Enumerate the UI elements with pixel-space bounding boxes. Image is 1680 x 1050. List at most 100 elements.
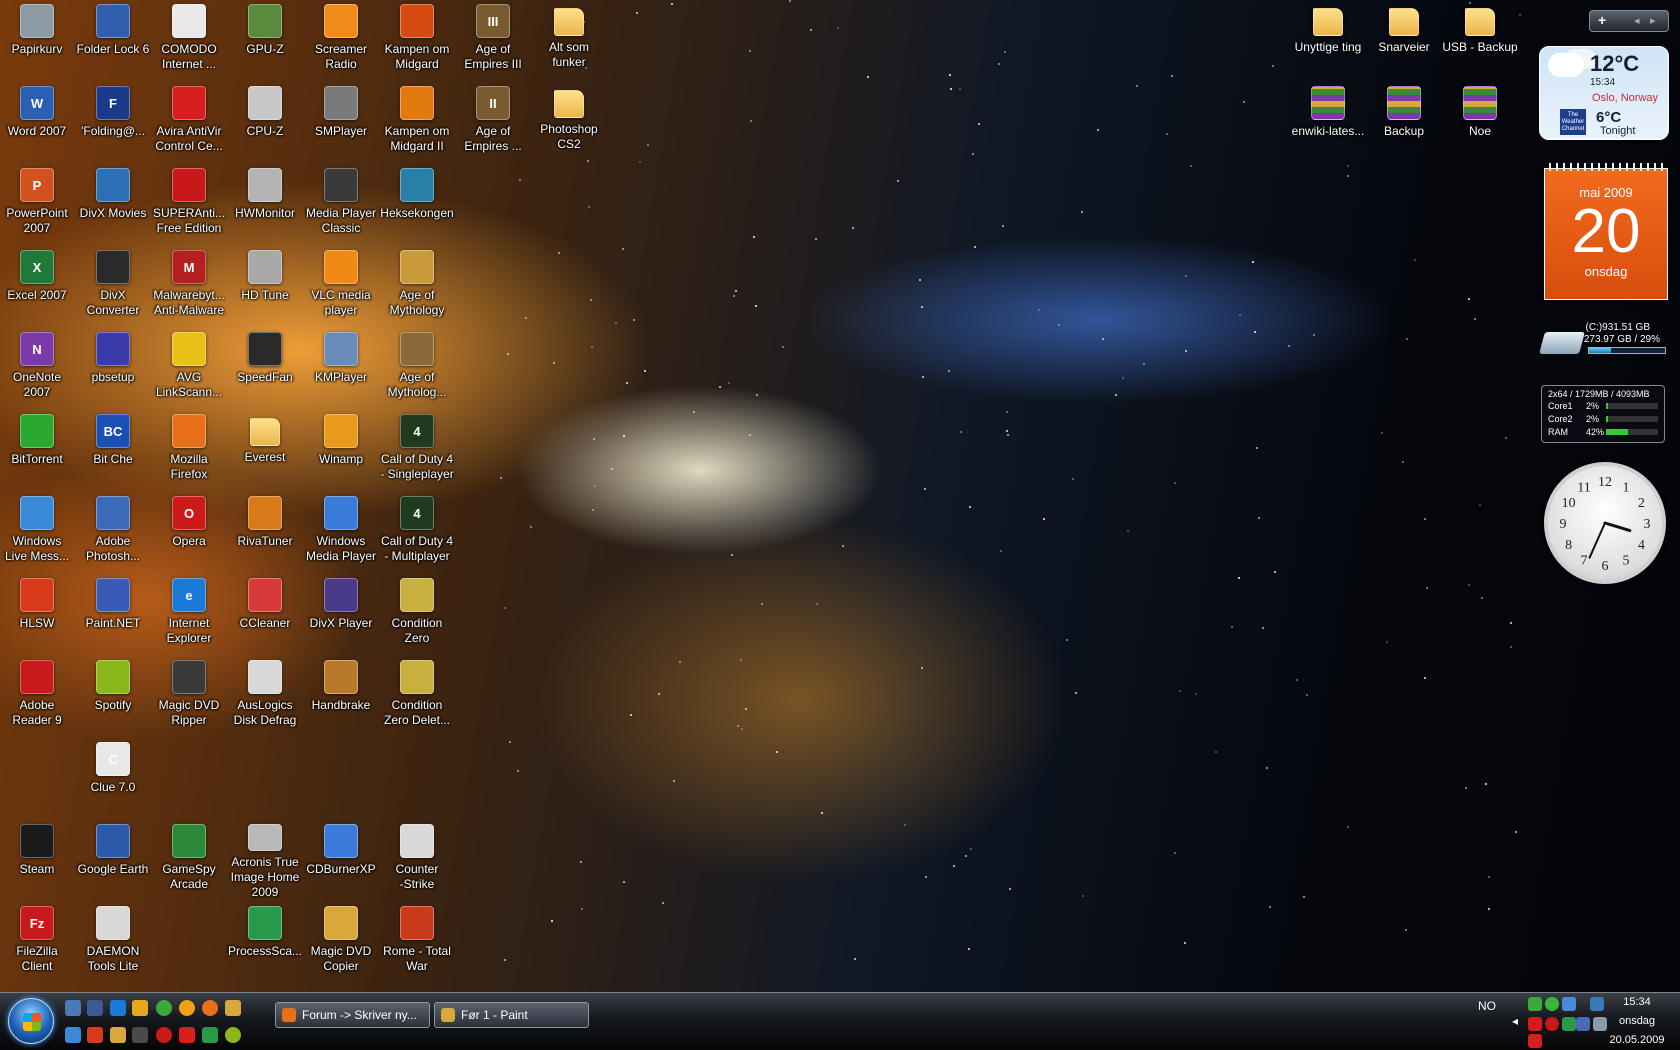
- system-clock[interactable]: 15:34 onsdag 20.05.2009: [1602, 993, 1672, 1050]
- desktop-icon[interactable]: Magic DVD Ripper: [151, 658, 227, 736]
- desktop-icon[interactable]: W Word 2007: [0, 84, 75, 162]
- desktop-icon[interactable]: Acronis True Image Home 2009: [227, 822, 303, 900]
- desktop-icon[interactable]: Mozilla Firefox: [151, 412, 227, 490]
- show-hidden-icons-button[interactable]: ◂: [1512, 1014, 1518, 1028]
- desktop-icon[interactable]: M Malwarebyt... Anti-Malware: [151, 248, 227, 326]
- desktop-icon[interactable]: Papirkurv: [0, 2, 75, 80]
- avira-icon[interactable]: [179, 1027, 195, 1043]
- desktop-icon[interactable]: VLC media player: [303, 248, 379, 326]
- desktop-icon[interactable]: 4 Call of Duty 4 - Singleplayer: [379, 412, 455, 490]
- desktop-icon[interactable]: Google Earth: [75, 822, 151, 900]
- processscan-icon[interactable]: [202, 1027, 218, 1043]
- desktop-icon[interactable]: Windows Media Player: [303, 494, 379, 572]
- desktop-icon[interactable]: RivaTuner: [227, 494, 303, 572]
- desktop-icon[interactable]: DivX Player: [303, 576, 379, 654]
- desktop-icon[interactable]: Screamer Radio: [303, 2, 379, 80]
- calendar-gadget[interactable]: mai 2009 20 onsdag: [1544, 163, 1668, 300]
- desktop-icon[interactable]: Alt som funker: [531, 2, 607, 80]
- desktop-icon[interactable]: HWMonitor: [227, 166, 303, 244]
- users-tray-icon[interactable]: [1562, 997, 1576, 1011]
- desktop-icon[interactable]: ProcessSca...: [227, 904, 303, 982]
- desktop-icon[interactable]: COMODO Internet ...: [151, 2, 227, 80]
- desktop-icon[interactable]: Media Player Classic: [303, 166, 379, 244]
- desktop-icon[interactable]: Age of Mythology: [379, 248, 455, 326]
- desktop-icon[interactable]: III Age of Empires III: [455, 2, 531, 80]
- sidebar-add-button[interactable]: +: [1598, 12, 1606, 28]
- desktop-icon[interactable]: Steam: [0, 822, 75, 900]
- desktop-icon[interactable]: AusLogics Disk Defrag: [227, 658, 303, 736]
- desktop-icon[interactable]: Windows Live Mess...: [0, 494, 75, 572]
- desktop-icon[interactable]: 4 Call of Duty 4 - Multiplayer: [379, 494, 455, 572]
- switch-windows-icon[interactable]: [87, 1000, 103, 1016]
- desktop-icon[interactable]: Everest: [227, 412, 303, 490]
- desktop-icon[interactable]: SpeedFan: [227, 330, 303, 408]
- firefox-icon[interactable]: [202, 1000, 218, 1016]
- language-indicator[interactable]: NO: [1478, 999, 1496, 1013]
- desktop-icon[interactable]: HLSW: [0, 576, 75, 654]
- network-status-tray-icon[interactable]: [1576, 1017, 1590, 1031]
- taskbar-button-paint[interactable]: Før 1 - Paint: [434, 1002, 589, 1028]
- desktop-icon[interactable]: Rome - Total War: [379, 904, 455, 982]
- desktop-icon[interactable]: II Age of Empires ...: [455, 84, 531, 162]
- desktop-icon[interactable]: Backup: [1366, 84, 1442, 162]
- desktop-icon[interactable]: GPU-Z: [227, 2, 303, 80]
- internet-explorer-icon[interactable]: [110, 1000, 126, 1016]
- desktop-icon[interactable]: Handbrake: [303, 658, 379, 736]
- desktop-icon[interactable]: Counter -Strike: [379, 822, 455, 900]
- analog-clock-gadget[interactable]: 1 2 3 4 5 6 7 8 9 10 11 12: [1544, 462, 1666, 584]
- desktop-icon[interactable]: Fz FileZilla Client: [0, 904, 75, 982]
- weather-gadget[interactable]: 12°C 15:34 Oslo, Norway The Weather Chan…: [1539, 46, 1669, 140]
- desktop-icon[interactable]: Magic DVD Copier: [303, 904, 379, 982]
- desktop-icon[interactable]: Spotify: [75, 658, 151, 736]
- desktop-icon[interactable]: P PowerPoint 2007: [0, 166, 75, 244]
- desktop-icon[interactable]: USB - Backup: [1442, 2, 1518, 80]
- desktop-icon[interactable]: Noe: [1442, 84, 1518, 162]
- start-button[interactable]: [8, 998, 54, 1044]
- media-player-icon[interactable]: [132, 1000, 148, 1016]
- desktop-icon[interactable]: O Opera: [151, 494, 227, 572]
- desktop-icon[interactable]: DAEMON Tools Lite: [75, 904, 151, 982]
- desktop-icon[interactable]: CCleaner: [227, 576, 303, 654]
- desktop-icon[interactable]: Winamp: [303, 412, 379, 490]
- desktop-icon[interactable]: DivX Movies: [75, 166, 151, 244]
- desktop-icon[interactable]: SUPERAnti... Free Edition: [151, 166, 227, 244]
- desktop-icon[interactable]: Heksekongen: [379, 166, 455, 244]
- steam-icon[interactable]: [132, 1027, 148, 1043]
- sidebar-next-button[interactable]: ▸: [1650, 14, 1656, 27]
- ati-tray-icon[interactable]: [1528, 1017, 1542, 1031]
- opera-icon[interactable]: [156, 1027, 172, 1043]
- desktop-icon[interactable]: e Internet Explorer: [151, 576, 227, 654]
- ccleaner-tray-icon[interactable]: [1562, 1017, 1576, 1031]
- desktop-icon[interactable]: KMPlayer: [303, 330, 379, 408]
- desktop-icon[interactable]: DivX Converter: [75, 248, 151, 326]
- desktop-icon[interactable]: enwiki-lates...: [1290, 84, 1366, 162]
- desktop-icon[interactable]: SMPlayer: [303, 84, 379, 162]
- network-tray-icon[interactable]: [1528, 997, 1542, 1011]
- desktop-icon[interactable]: Photoshop CS2: [531, 84, 607, 162]
- hlsw-icon[interactable]: [87, 1027, 103, 1043]
- sidebar-prev-button[interactable]: ◂: [1634, 14, 1640, 27]
- network-tool-icon[interactable]: [65, 1027, 81, 1043]
- desktop-icon[interactable]: Condition Zero: [379, 576, 455, 654]
- winamp-icon[interactable]: [225, 1000, 241, 1016]
- desktop-icon[interactable]: Condition Zero Delet...: [379, 658, 455, 736]
- desktop-icon[interactable]: Snarveier: [1366, 2, 1442, 80]
- desktop-icon[interactable]: Avira AntiVir Control Ce...: [151, 84, 227, 162]
- desktop-icon[interactable]: N OneNote 2007: [0, 330, 75, 408]
- desktop-icon[interactable]: AVG LinkScann...: [151, 330, 227, 408]
- taskbar-button-forum[interactable]: Forum -> Skriver ny...: [275, 1002, 430, 1028]
- desktop-icon[interactable]: BC Bit Che: [75, 412, 151, 490]
- avira-tray-icon[interactable]: [1528, 1034, 1542, 1048]
- drive-meter-gadget[interactable]: (C:)931.51 GB 273.97 GB / 29%: [1539, 320, 1668, 360]
- desktop-icon[interactable]: F 'Folding@...: [75, 84, 151, 162]
- desktop-icon[interactable]: Adobe Reader 9: [0, 658, 75, 736]
- orange-app-icon[interactable]: [179, 1000, 195, 1016]
- desktop-icon[interactable]: CPU-Z: [227, 84, 303, 162]
- desktop-icon[interactable]: pbsetup: [75, 330, 151, 408]
- desktop-icon[interactable]: GameSpy Arcade: [151, 822, 227, 900]
- desktop-icon[interactable]: Kampen om Midgard: [379, 2, 455, 80]
- desktop-icon[interactable]: Unyttige ting: [1290, 2, 1366, 80]
- utorrent-tray-icon[interactable]: [1545, 997, 1559, 1011]
- spotify-icon[interactable]: [225, 1027, 241, 1043]
- paint-icon[interactable]: [110, 1027, 126, 1043]
